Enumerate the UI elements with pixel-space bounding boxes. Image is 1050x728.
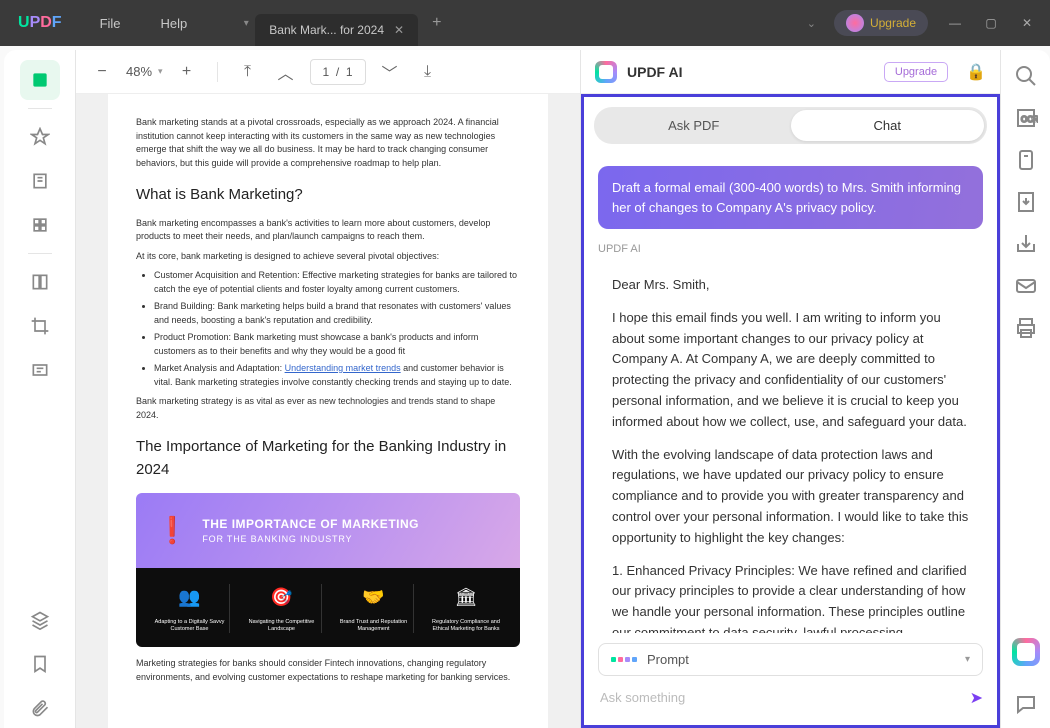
svg-text:OCR: OCR <box>1021 115 1038 124</box>
ai-panel: UPDF AI Upgrade 🔒 Ask PDF Chat Draft a f… <box>580 50 1000 728</box>
left-toolbar <box>4 50 76 728</box>
lock-icon[interactable]: 🔒 <box>966 62 986 82</box>
attachment-icon[interactable] <box>20 688 60 728</box>
doc-bullet: Market Analysis and Adaptation: Understa… <box>154 362 520 389</box>
maximize-button[interactable]: ▢ <box>982 14 1000 32</box>
tab-prev-indicator: ▾ <box>237 7 255 39</box>
ai-response-label: UPDF AI <box>598 243 983 255</box>
annotate-tool-icon[interactable] <box>20 161 60 201</box>
target-icon: 🎯 <box>246 584 318 611</box>
last-page-button[interactable]: ⤓ <box>414 58 442 86</box>
document-viewport[interactable]: Bank marketing stands at a pivotal cross… <box>76 94 580 728</box>
zoom-level[interactable]: 48%▾ <box>126 64 163 79</box>
menu-help[interactable]: Help <box>141 16 208 31</box>
ocr-icon[interactable]: OCR <box>1014 106 1038 130</box>
infographic: ❗ THE IMPORTANCE OF MARKETING FOR THE BA… <box>136 493 520 647</box>
doc-bullet: Customer Acquisition and Retention: Effe… <box>154 269 520 296</box>
export-icon[interactable] <box>1014 190 1038 214</box>
new-tab-button[interactable]: + <box>418 14 455 32</box>
bank-icon: 🏛 <box>430 584 503 611</box>
doc-intro: Bank marketing stands at a pivotal cross… <box>136 116 520 170</box>
ai-launcher-icon[interactable] <box>1012 638 1040 666</box>
compress-icon[interactable] <box>1014 148 1038 172</box>
share-icon[interactable] <box>1014 232 1038 256</box>
prev-page-button[interactable]: ︿ <box>272 58 300 86</box>
minimize-button[interactable]: — <box>946 14 964 32</box>
ai-logo-icon <box>595 61 617 83</box>
doc-bullet: Product Promotion: Bank marketing must s… <box>154 331 520 358</box>
layers-icon[interactable] <box>20 600 60 640</box>
prompt-label: Prompt <box>647 652 955 667</box>
doc-bullet-list: Customer Acquisition and Retention: Effe… <box>136 269 520 389</box>
upgrade-button[interactable]: Upgrade <box>834 10 928 36</box>
print-icon[interactable] <box>1014 316 1038 340</box>
redact-tool-icon[interactable] <box>20 350 60 390</box>
document-page: Bank marketing stands at a pivotal cross… <box>108 94 548 728</box>
avatar-icon <box>846 14 864 32</box>
document-toolbar: − 48%▾ + ⤒ ︿ ﹀ ⤓ <box>76 50 580 94</box>
zoom-out-button[interactable]: − <box>88 58 116 86</box>
crop-tool-icon[interactable] <box>20 306 60 346</box>
ai-response: Dear Mrs. Smith, I hope this email finds… <box>598 263 983 633</box>
info-col-label: Brand Trust and Reputation Management <box>338 619 410 633</box>
comment-icon[interactable] <box>1014 692 1038 716</box>
ai-greeting: Dear Mrs. Smith, <box>612 275 969 296</box>
ai-para: I hope this email finds you well. I am w… <box>612 308 969 433</box>
ai-tabs: Ask PDF Chat <box>594 107 987 144</box>
chat-input[interactable] <box>598 684 960 711</box>
reader-tool-icon[interactable] <box>20 60 60 100</box>
prompt-icon <box>611 657 637 662</box>
people-icon: 👥 <box>154 584 226 611</box>
doc-heading-2: The Importance of Marketing for the Bank… <box>136 436 520 481</box>
upgrade-label: Upgrade <box>870 16 916 30</box>
info-col-label: Navigating the Competitive Landscape <box>246 619 318 633</box>
handshake-icon: 🤝 <box>338 584 410 611</box>
tab-ask-pdf[interactable]: Ask PDF <box>597 110 791 141</box>
doc-bullet: Brand Building: Bank marketing helps bui… <box>154 300 520 327</box>
info-col-label: Regulatory Compliance and Ethical Market… <box>430 619 503 633</box>
close-button[interactable]: ✕ <box>1018 14 1036 32</box>
titlebar: UPDF File Help ▾ Bank Mark... for 2024 ✕… <box>0 0 1050 46</box>
ai-para: With the evolving landscape of data prot… <box>612 445 969 549</box>
tab-chat[interactable]: Chat <box>791 110 985 141</box>
doc-outro: Marketing strategies for banks should co… <box>136 657 520 684</box>
infographic-subtitle: FOR THE BANKING INDUSTRY <box>202 533 419 547</box>
bookmark-icon[interactable] <box>20 644 60 684</box>
ai-para: 1. Enhanced Privacy Principles: We have … <box>612 561 969 633</box>
exclaim-icon: ❗ <box>156 511 188 550</box>
doc-para: At its core, bank marketing is designed … <box>136 250 520 264</box>
doc-heading-1: What is Bank Marketing? <box>136 184 520 207</box>
next-page-button[interactable]: ﹀ <box>376 58 404 86</box>
page-input[interactable] <box>310 59 366 85</box>
zoom-in-button[interactable]: + <box>173 58 201 86</box>
menu-file[interactable]: File <box>80 16 141 31</box>
chat-scroll[interactable]: Draft a formal email (300-400 words) to … <box>584 154 997 633</box>
search-icon[interactable] <box>1014 64 1038 88</box>
email-icon[interactable] <box>1014 274 1038 298</box>
highlighter-tool-icon[interactable] <box>20 117 60 157</box>
right-toolbar: OCR <box>1000 50 1050 728</box>
infographic-title: THE IMPORTANCE OF MARKETING <box>202 515 419 533</box>
organize-tool-icon[interactable] <box>20 262 60 302</box>
doc-para: Bank marketing strategy is as vital as e… <box>136 395 520 422</box>
chevron-down-icon: ▾ <box>965 654 970 665</box>
close-tab-icon[interactable]: ✕ <box>394 23 404 37</box>
doc-para: Bank marketing encompasses a bank's acti… <box>136 217 520 244</box>
ai-upgrade-button[interactable]: Upgrade <box>884 62 948 82</box>
send-button[interactable]: ➤ <box>970 688 983 708</box>
first-page-button[interactable]: ⤒ <box>234 58 262 86</box>
ai-title: UPDF AI <box>627 64 874 80</box>
document-tab[interactable]: Bank Mark... for 2024 ✕ <box>255 14 418 46</box>
dropdown-icon[interactable]: ⌄ <box>807 17 816 30</box>
doc-link[interactable]: Understanding market trends <box>285 363 401 373</box>
user-message: Draft a formal email (300-400 words) to … <box>598 166 983 229</box>
prompt-selector[interactable]: Prompt ▾ <box>598 643 983 676</box>
info-col-label: Adapting to a Digitally Savvy Customer B… <box>154 619 226 633</box>
form-tool-icon[interactable] <box>20 205 60 245</box>
tab-title: Bank Mark... for 2024 <box>269 23 384 37</box>
app-logo: UPDF <box>0 14 80 32</box>
